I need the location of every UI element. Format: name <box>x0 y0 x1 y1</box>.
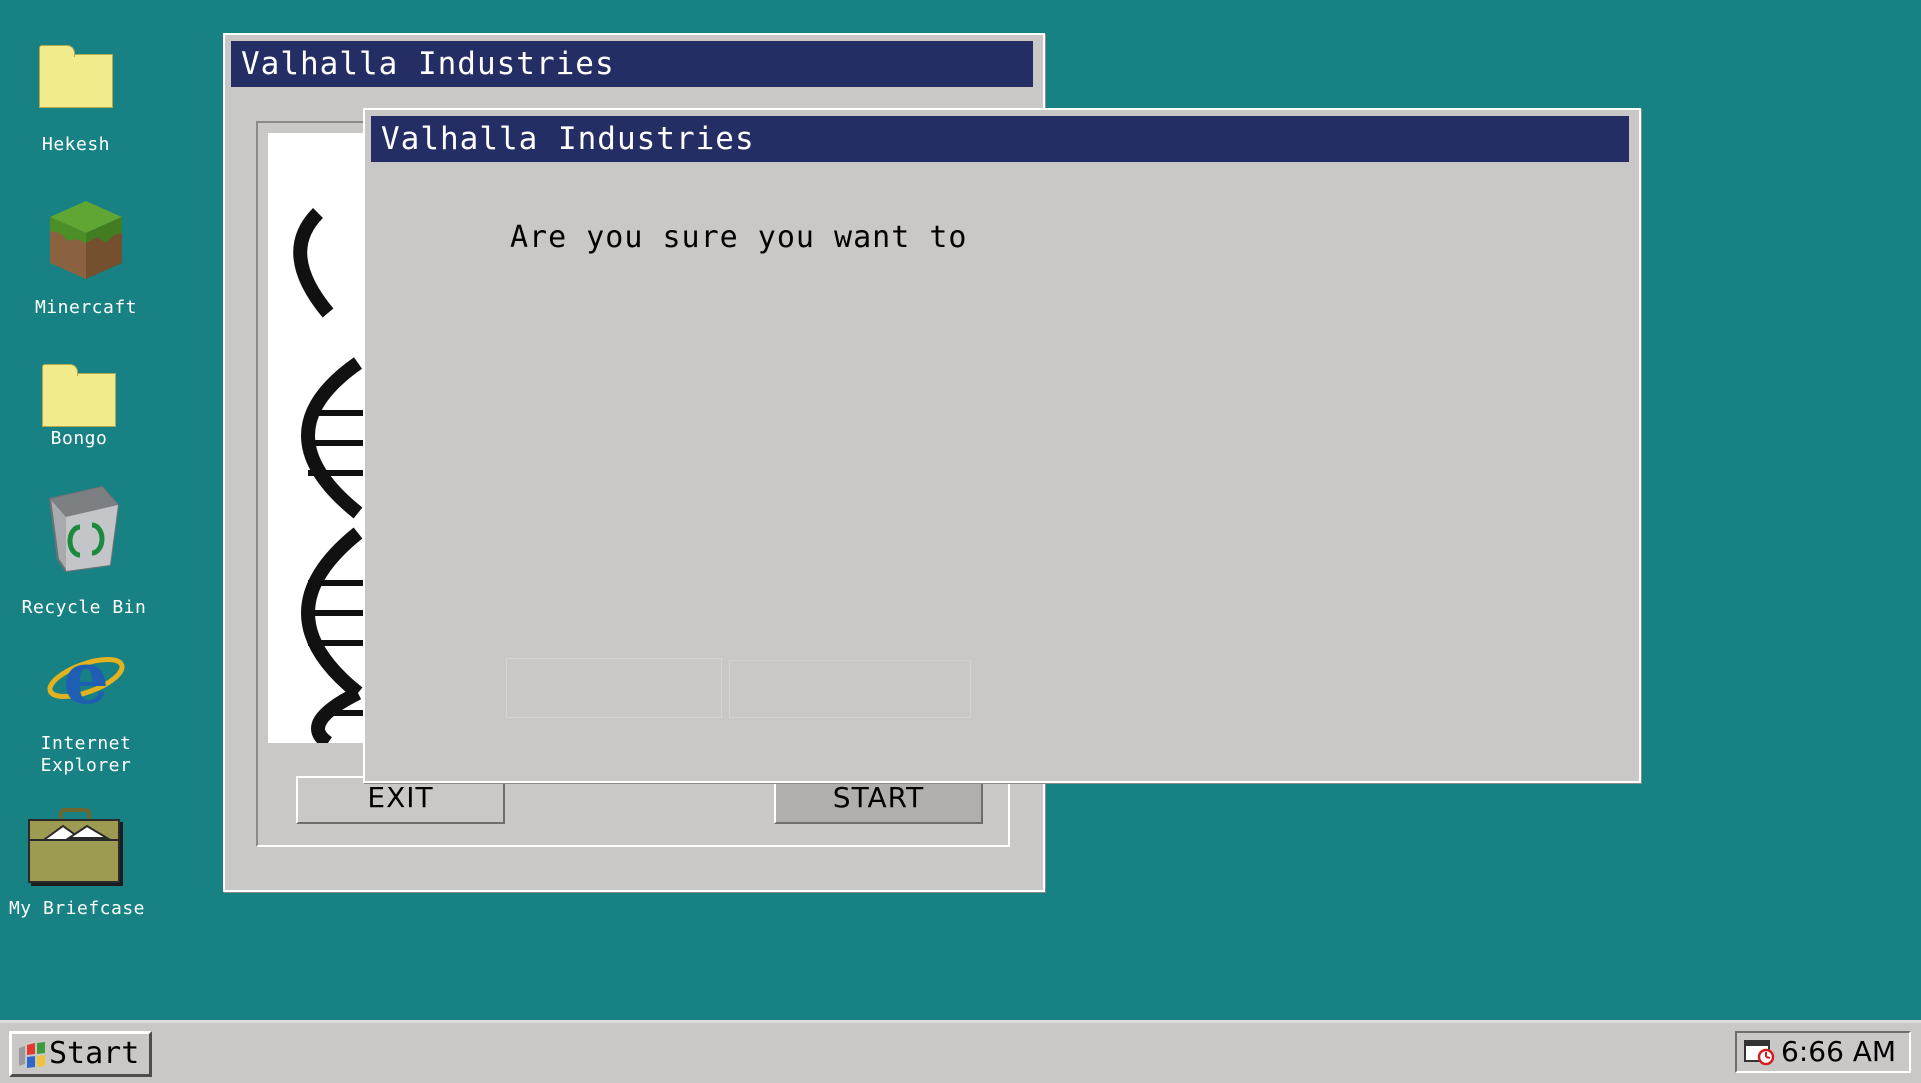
confirm-dialog: Valhalla Industries Are you sure you wan… <box>363 108 1641 783</box>
folder-icon <box>42 364 116 427</box>
desktop-icon-minercaft[interactable]: Minercaft <box>6 195 166 325</box>
start-button[interactable]: START <box>774 776 983 824</box>
taskbar: Start 6:66 AM <box>0 1020 1921 1083</box>
desktop-icon-internet-explorer[interactable]: e Internet Explorer <box>6 645 166 776</box>
briefcase-icon <box>28 808 123 886</box>
clock[interactable]: 6:66 AM <box>1781 1033 1896 1071</box>
windows-logo-icon <box>19 1042 45 1068</box>
desktop-icon-label: Recycle Bin <box>21 597 147 618</box>
logo-image-panel <box>268 133 368 743</box>
desktop-icon-recycle-bin[interactable]: Recycle Bin <box>4 480 164 625</box>
window-title[interactable]: Valhalla Industries <box>231 41 1033 87</box>
desktop-icon-label: Minercaft <box>34 297 138 318</box>
start-label: Start <box>49 1036 140 1071</box>
dialog-title[interactable]: Valhalla Industries <box>371 116 1629 162</box>
desktop-icon-bongo[interactable]: Bongo <box>0 360 159 455</box>
folder-icon <box>39 45 113 108</box>
svg-text:e: e <box>63 645 109 715</box>
start-menu-button[interactable]: Start <box>9 1031 152 1077</box>
exit-button[interactable]: EXIT <box>296 776 505 824</box>
calendar-clock-icon[interactable] <box>1744 1038 1776 1066</box>
dialog-button-placeholder[interactable] <box>506 658 722 718</box>
dna-helix-icon <box>293 208 368 743</box>
grass-block-icon <box>50 201 122 279</box>
dialog-message: Are you sure you want to <box>510 220 968 255</box>
internet-explorer-icon: e <box>47 645 125 715</box>
recycle-bin-icon <box>48 485 120 573</box>
desktop-icon-label: Hekesh <box>41 134 111 155</box>
desktop-icon-label: My Briefcase <box>8 898 146 919</box>
system-tray: 6:66 AM <box>1735 1031 1911 1073</box>
desktop-icon-my-briefcase[interactable]: My Briefcase <box>0 805 157 925</box>
desktop-icon-hekesh[interactable]: Hekesh <box>0 40 156 160</box>
dialog-button-placeholder[interactable] <box>729 660 971 718</box>
desktop-icon-label: Bongo <box>50 428 108 449</box>
desktop-icon-label: Internet Explorer <box>40 733 132 776</box>
